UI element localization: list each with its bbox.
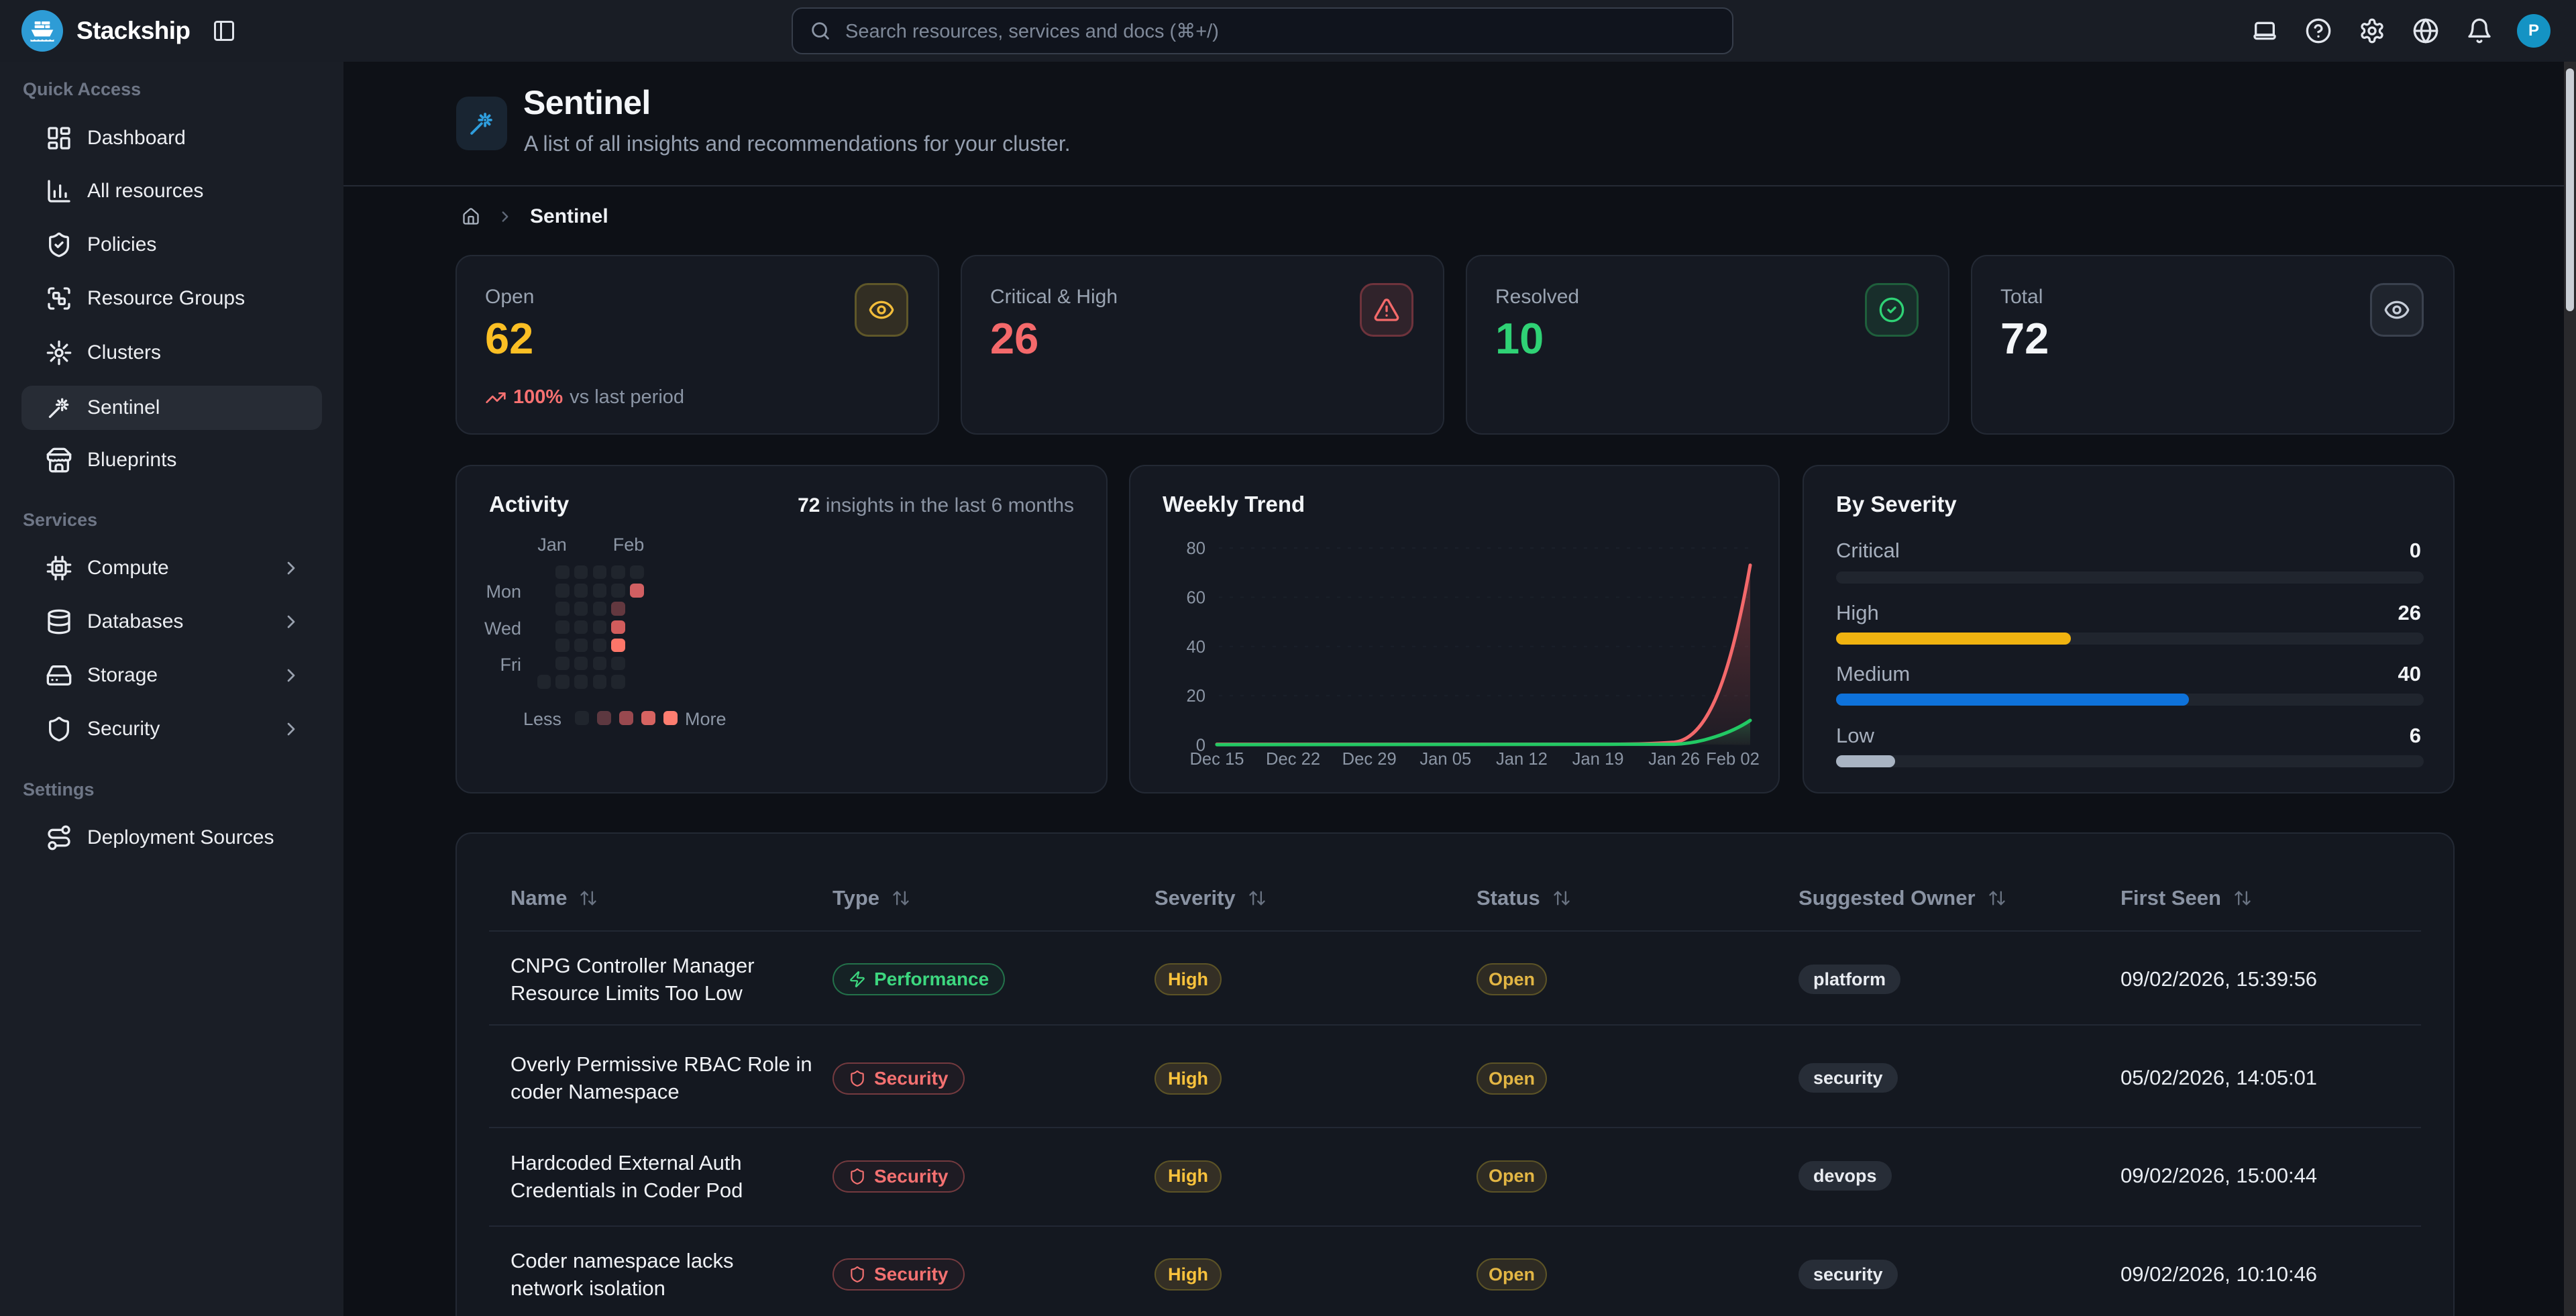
svg-text:Dec 15: Dec 15 [1189, 750, 1244, 769]
svg-text:40: 40 [1187, 638, 1205, 657]
svg-text:Jan 12: Jan 12 [1496, 750, 1548, 769]
svg-text:Dec 22: Dec 22 [1266, 750, 1320, 769]
svg-text:60: 60 [1187, 589, 1205, 608]
svg-text:20: 20 [1187, 688, 1205, 706]
svg-text:Dec 29: Dec 29 [1342, 750, 1397, 769]
svg-text:80: 80 [1187, 539, 1205, 558]
svg-text:Jan 19: Jan 19 [1572, 750, 1624, 769]
svg-text:Jan 05: Jan 05 [1419, 750, 1471, 769]
svg-text:Jan 26: Jan 26 [1648, 750, 1700, 769]
svg-text:Feb 02: Feb 02 [1706, 750, 1760, 769]
